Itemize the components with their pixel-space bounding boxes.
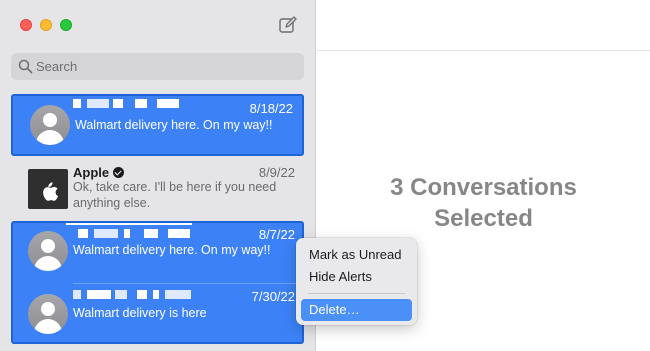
avatar-body — [36, 130, 64, 145]
avatar-body — [34, 319, 62, 334]
search-input[interactable] — [36, 53, 296, 80]
redacted-name — [73, 99, 213, 108]
conversation-name-text: Apple — [73, 165, 110, 180]
menu-item-hide-alerts[interactable]: Hide Alerts — [301, 266, 412, 288]
conversation-date: 7/30/22 — [251, 289, 295, 304]
conversation-date: 8/18/22 — [249, 101, 293, 116]
messages-window: 8/18/22 Walmart delivery here. On my way… — [0, 0, 650, 351]
search-field[interactable] — [11, 53, 304, 80]
search-icon — [18, 59, 33, 74]
main-toolbar — [317, 0, 650, 51]
minimize-window-button[interactable] — [40, 19, 52, 31]
compose-button[interactable] — [278, 16, 298, 34]
conversation-preview: Ok, take care. I'll be here if you need … — [73, 180, 277, 210]
avatar-head — [43, 113, 57, 127]
menu-separator — [308, 293, 405, 294]
verified-badge-icon — [113, 167, 125, 178]
selection-status-line1: 3 Conversations — [390, 174, 577, 201]
avatar-body — [34, 256, 62, 271]
conversation-preview: Walmart delivery here. On my way!! — [75, 118, 273, 132]
avatar-head — [41, 239, 55, 253]
selection-status-line2: Selected — [434, 205, 533, 232]
sidebar: 8/18/22 Walmart delivery here. On my way… — [0, 0, 316, 351]
conversation-preview: Walmart delivery here. On my way!! — [73, 243, 271, 257]
conversation-row[interactable]: Apple 8/9/22 Ok, take care. I'll be here… — [11, 157, 304, 219]
avatar — [28, 294, 68, 334]
zoom-window-button[interactable] — [60, 19, 72, 31]
conversation-row[interactable]: 7/30/22 Walmart delivery is here — [11, 283, 304, 344]
redacted-name — [73, 290, 193, 299]
context-menu: Mark as Unread Hide Alerts Delete… — [296, 238, 417, 325]
conversation-name: Apple — [73, 165, 125, 180]
close-window-button[interactable] — [20, 19, 32, 31]
avatar — [28, 231, 68, 271]
compose-icon — [279, 16, 297, 33]
menu-item-mark-as-unread[interactable]: Mark as Unread — [301, 244, 412, 266]
avatar — [30, 105, 70, 145]
avatar-head — [41, 302, 55, 316]
redacted-name — [66, 223, 206, 238]
conversation-row[interactable]: 8/7/22 Walmart delivery here. On my way!… — [11, 221, 304, 283]
apple-logo-icon — [28, 169, 68, 209]
conversation-preview: Walmart delivery is here — [73, 306, 207, 320]
selection-status: 3 Conversations Selected — [317, 172, 650, 234]
conversation-date: 8/7/22 — [258, 227, 295, 242]
menu-item-delete[interactable]: Delete… — [301, 299, 412, 321]
conversation-row[interactable]: 8/18/22 Walmart delivery here. On my way… — [11, 94, 304, 156]
conversation-date: 8/9/22 — [258, 165, 295, 180]
